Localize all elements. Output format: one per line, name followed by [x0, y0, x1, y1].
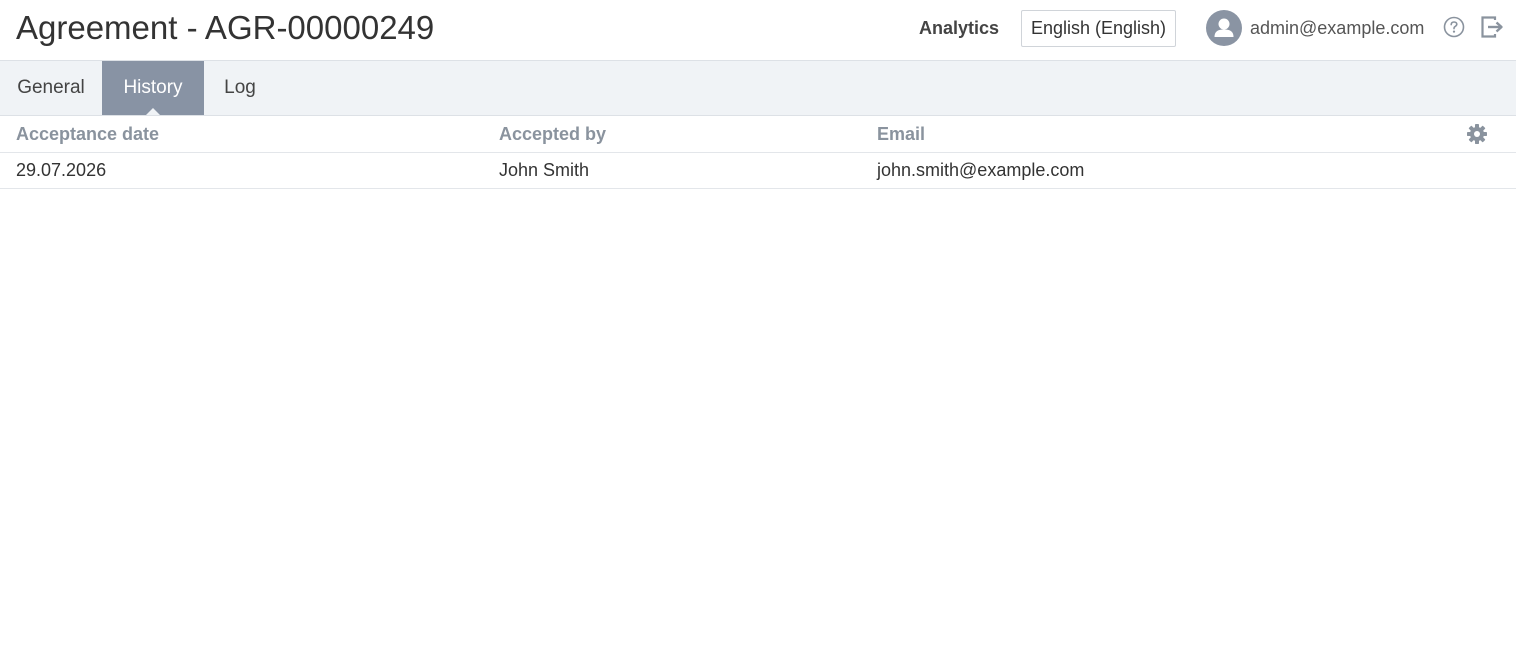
tab-bar: General History Log: [0, 61, 1516, 116]
tab-general[interactable]: General: [0, 61, 102, 115]
logout-icon[interactable]: [1480, 15, 1505, 39]
analytics-link[interactable]: Analytics: [919, 17, 999, 39]
cell-email: john.smith@example.com: [877, 160, 1085, 180]
gear-icon[interactable]: [1466, 123, 1488, 145]
column-header-acceptance-date[interactable]: Acceptance date: [16, 116, 159, 152]
help-icon[interactable]: [1443, 16, 1465, 38]
app-header: Agreement - AGR-00000249 Analytics Engli…: [0, 0, 1516, 61]
user-avatar-icon[interactable]: [1206, 10, 1242, 46]
page-title: Agreement - AGR-00000249: [16, 9, 435, 46]
column-header-accepted-by[interactable]: Accepted by: [499, 116, 606, 152]
column-header-email[interactable]: Email: [877, 116, 925, 152]
tab-log[interactable]: Log: [204, 61, 276, 115]
cell-accepted-by: John Smith: [499, 160, 590, 180]
language-select[interactable]: English (English): [1021, 10, 1176, 47]
user-email[interactable]: admin@example.com: [1250, 17, 1424, 39]
cell-acceptance-date: 29.07.2026: [16, 160, 107, 180]
tab-history[interactable]: History: [102, 61, 204, 115]
history-grid: Acceptance date Accepted by Email 29.07.…: [0, 116, 1516, 189]
grid-header: Acceptance date Accepted by Email: [0, 116, 1516, 153]
table-row[interactable]: 29.07.2026 John Smith john.smith@example…: [0, 153, 1516, 189]
